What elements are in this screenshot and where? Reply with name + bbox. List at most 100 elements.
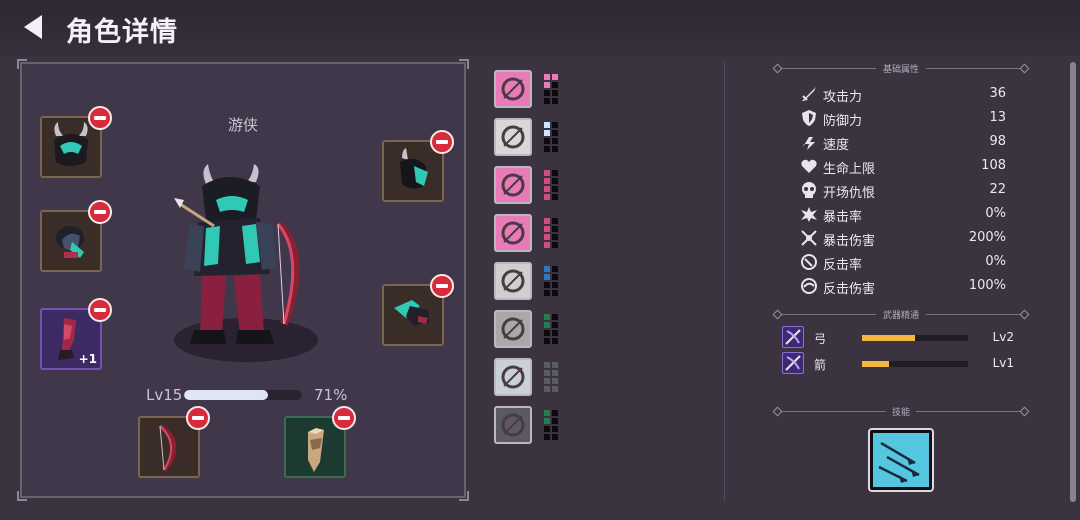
remove-equipment-button[interactable] [332, 406, 356, 430]
weapon-mastery-fill [862, 335, 915, 341]
rune-pip [544, 378, 550, 384]
weapon-mastery-row: 箭 Lv1 [782, 352, 1018, 376]
rune-pip [544, 434, 550, 440]
shield-icon [800, 109, 818, 127]
rune-pip [544, 170, 550, 176]
sword-icon [800, 85, 818, 103]
remove-equipment-button[interactable] [186, 406, 210, 430]
equip-slot-weapon[interactable] [138, 406, 210, 478]
claw-slash-icon[interactable] [494, 166, 532, 204]
arrow-volley-icon [873, 433, 929, 487]
rune-pip [552, 218, 558, 224]
equip-slot-quiver[interactable] [284, 406, 356, 478]
rune-level-pips [544, 218, 560, 250]
stat-label: 反击伤害 [823, 282, 876, 297]
armor-figure-icon[interactable] [494, 118, 532, 156]
equip-slot-gloves[interactable] [382, 274, 454, 346]
heart-icon [800, 157, 818, 175]
rune-pip [552, 266, 558, 272]
potion-splash-icon[interactable] [494, 358, 532, 396]
equip-slot-leg[interactable]: +1 [40, 298, 112, 370]
rune-pip [544, 146, 550, 152]
speed-icon [800, 133, 818, 151]
remove-equipment-button[interactable] [430, 130, 454, 154]
rune-pip [552, 194, 558, 200]
rune-pip [552, 74, 558, 80]
character-portrait [160, 164, 330, 374]
stat-row: 防御力 13 [800, 108, 1006, 129]
rune-pip [544, 322, 550, 328]
rune-pip [552, 290, 558, 296]
rune-pip [544, 122, 550, 128]
rune-pip [552, 98, 558, 104]
panel-corner [17, 59, 27, 69]
rune-pip [544, 242, 550, 248]
arrow-icon [782, 352, 804, 374]
stat-label: 开场仇恨 [823, 186, 876, 201]
heart-icon[interactable] [494, 262, 532, 300]
rune-pip [552, 418, 558, 424]
rune-pip [544, 426, 550, 432]
equip-slot-helmet[interactable] [40, 106, 112, 178]
weapon-mastery-bar [862, 361, 968, 367]
stat-value: 100% [968, 278, 1006, 293]
boot-icon[interactable] [494, 70, 532, 108]
rune-pip [544, 74, 550, 80]
stats-scrollbar[interactable] [1070, 62, 1076, 502]
rune-pip [544, 370, 550, 376]
rune-pip [544, 130, 550, 136]
class-name: 游侠 [228, 116, 259, 134]
rune-pip [544, 330, 550, 336]
rune-pip [544, 282, 550, 288]
rune-pip [552, 234, 558, 240]
stat-value: 0% [985, 254, 1006, 269]
remove-equipment-button[interactable] [88, 200, 112, 224]
rune-level-pips [544, 122, 560, 154]
skill-slot[interactable] [868, 428, 934, 492]
rune-pip [544, 218, 550, 224]
xp-percent: 71% [314, 386, 348, 404]
back-arrow-icon[interactable] [22, 14, 46, 40]
rune-pip [552, 178, 558, 184]
stat-row: 生命上限 108 [800, 156, 1006, 177]
rune-pip [552, 282, 558, 288]
cave-icon[interactable] [494, 406, 532, 444]
section-title: 基础属性 [882, 65, 919, 75]
section-title: 武器精通 [882, 311, 919, 321]
upgrade-badge: +1 [78, 352, 97, 366]
rune-pip [552, 138, 558, 144]
rune-pip [544, 234, 550, 240]
rune-pip [552, 322, 558, 328]
panel-corner [17, 491, 27, 501]
crit-burst-icon [800, 205, 818, 223]
crossed-slash-icon[interactable] [494, 214, 532, 252]
remove-equipment-button[interactable] [88, 298, 112, 322]
rune-pip [552, 426, 558, 432]
skull-icon [800, 181, 818, 199]
panel-divider [724, 62, 725, 502]
weapon-mastery-level: Lv1 [992, 356, 1014, 370]
rune-pip [544, 226, 550, 232]
rune-level-pips [544, 74, 560, 106]
rune-pip [552, 338, 558, 344]
equip-slot-shoulder[interactable] [40, 200, 112, 272]
rune-pip [552, 314, 558, 320]
rune-pip [552, 82, 558, 88]
rune-pip [544, 178, 550, 184]
panel-corner [459, 491, 469, 501]
bow-icon [782, 326, 804, 348]
stat-row: 开场仇恨 22 [800, 180, 1006, 201]
rune-pip [544, 314, 550, 320]
remove-equipment-button[interactable] [88, 106, 112, 130]
fountain-icon[interactable] [494, 310, 532, 348]
weapon-mastery-bar [862, 335, 968, 341]
weapon-mastery-row: 弓 Lv2 [782, 326, 1018, 350]
rune-pip [544, 138, 550, 144]
stat-value: 98 [989, 134, 1006, 149]
rune-pip [552, 434, 558, 440]
stat-row: 反击伤害 100% [800, 276, 1006, 297]
equip-slot-head-accessory[interactable] [382, 130, 454, 202]
rune-level-pips [544, 410, 560, 442]
rune-pip [552, 386, 558, 392]
remove-equipment-button[interactable] [430, 274, 454, 298]
